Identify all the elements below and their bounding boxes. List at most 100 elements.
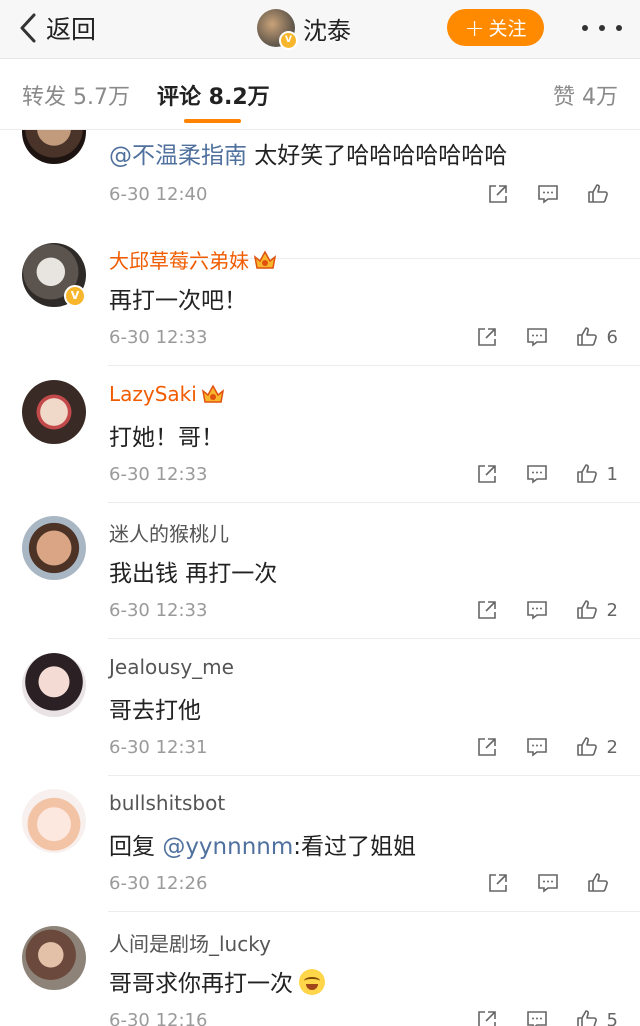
comment-item: bullshitsbot 回复 @yynnnnm:看过了姐姐 6-30 12:2… [0,775,640,912]
comment-text: 打她！哥！ [109,425,224,451]
comment-time: 6-30 12:40 [109,184,208,205]
share-icon [477,601,496,619]
avatar[interactable] [22,130,86,164]
username[interactable]: Jealousy_me [109,655,234,679]
comment-actions: 6 [449,322,618,352]
share-icon [477,328,496,346]
comment-item: LazySaki 打她！哥！ 6-30 12:33 1 [0,366,640,503]
username[interactable]: LazySaki [109,382,225,406]
comment-icon [526,738,547,757]
dot-icon [616,25,622,31]
follow-button[interactable]: + 关注 [447,9,544,46]
like-count: 6 [606,326,618,348]
repost-button[interactable] [486,182,510,206]
avatar[interactable]: V [257,9,298,50]
comment-actions [460,868,618,898]
comment-actions: 5 [449,1005,618,1026]
comment-list[interactable]: @不温柔指南 太好笑了哈哈哈哈哈哈哈 6-30 12:40 V 大邱草莓六弟妹 … [0,130,640,1026]
username[interactable]: 迷人的猴桃儿 [109,518,229,547]
like-count: 2 [606,599,618,621]
thumbs-up-icon [576,327,597,346]
reply-button[interactable] [536,182,560,206]
comment-text: 我出钱 再打一次 [109,561,278,587]
avatar[interactable] [22,789,86,853]
comment-time: 6-30 12:33 [109,464,208,485]
comment-icon [538,874,558,893]
like-count: 5 [606,1009,618,1026]
like-button[interactable]: 2 [575,735,618,759]
reply-button[interactable] [536,871,560,895]
comment-icon [538,185,558,204]
thumbs-up-icon [576,1010,597,1026]
comment-icon [526,601,547,620]
avatar[interactable] [22,380,86,444]
repost-button[interactable] [475,325,499,349]
laughing-crying-emoji-icon [299,969,325,995]
like-count: 2 [606,736,618,758]
mention-link[interactable]: @不温柔指南 [109,143,247,169]
share-icon [489,185,507,203]
top-nav-bar: 返回 V 沈泰 + 关注 [0,0,640,59]
thumbs-up-icon [588,184,608,203]
dot-icon [582,25,588,31]
comment-time: 6-30 12:16 [109,1010,208,1026]
comment-time: 6-30 12:33 [109,600,208,621]
vip-crown-icon [201,384,224,403]
share-icon [477,465,496,483]
tab-repost[interactable]: 转发 5.7万 [22,79,130,111]
reply-button[interactable] [525,1008,549,1026]
repost-button[interactable] [475,462,499,486]
reply-button[interactable] [525,598,549,622]
comment-time: 6-30 12:31 [109,737,208,758]
reply-button[interactable] [525,325,549,349]
avatar[interactable] [22,516,86,580]
repost-button[interactable] [475,735,499,759]
username[interactable]: 人间是剧场_lucky [109,928,271,957]
comment-time: 6-30 12:33 [109,327,208,348]
username[interactable]: bullshitsbot [109,791,225,815]
comment-text: 回复 @yynnnnm:看过了姐姐 [109,834,416,860]
thumbs-up-icon [588,873,608,892]
comment-item: 人间是剧场_lucky 哥哥求你再打一次 6-30 12:16 5 [0,912,640,1026]
like-button[interactable]: 1 [575,462,618,486]
reply-button[interactable] [525,735,549,759]
comment-text: 哥去打他 [109,698,201,724]
share-icon [477,1011,496,1026]
more-options-button[interactable] [582,14,622,42]
mention-link[interactable]: @yynnnnm [162,834,293,860]
like-button[interactable]: 5 [575,1008,618,1026]
comment-actions: 2 [449,732,618,762]
comment-item: 迷人的猴桃儿 我出钱 再打一次 6-30 12:33 2 [0,502,640,639]
comment-actions: 2 [449,595,618,625]
tab-like[interactable]: 赞 4万 [553,79,618,111]
repost-button[interactable] [475,1008,499,1026]
username[interactable]: 大邱草莓六弟妹 [109,245,277,274]
page-title: 沈泰 [303,16,351,45]
active-tab-indicator [184,119,241,123]
thumbs-up-icon [576,600,597,619]
comment-icon [526,465,547,484]
dot-icon [599,25,605,31]
back-label: 返回 [46,15,97,44]
comment-text: 哥哥求你再打一次 [109,964,325,998]
avatar[interactable] [22,926,86,990]
profile-header[interactable]: V 沈泰 [257,7,351,50]
follow-label: 关注 [488,18,527,40]
comment-icon [526,328,547,347]
comment-text: @不温柔指南 太好笑了哈哈哈哈哈哈哈 [109,143,508,169]
like-button[interactable]: 6 [575,325,618,349]
like-button[interactable] [586,871,618,895]
repost-button[interactable] [486,871,510,895]
repost-button[interactable] [475,598,499,622]
avatar[interactable] [22,653,86,717]
avatar[interactable]: V [22,243,86,307]
plus-icon: + [464,13,485,42]
like-button[interactable] [586,182,618,206]
like-button[interactable]: 2 [575,598,618,622]
comment-item: V 大邱草莓六弟妹 再打一次吧！ 6-30 12:33 6 [0,229,640,366]
verified-badge-icon: V [64,285,86,307]
reply-button[interactable] [525,462,549,486]
thumbs-up-icon [576,737,597,756]
vip-crown-icon [253,249,277,269]
back-button[interactable]: 返回 [14,8,96,48]
